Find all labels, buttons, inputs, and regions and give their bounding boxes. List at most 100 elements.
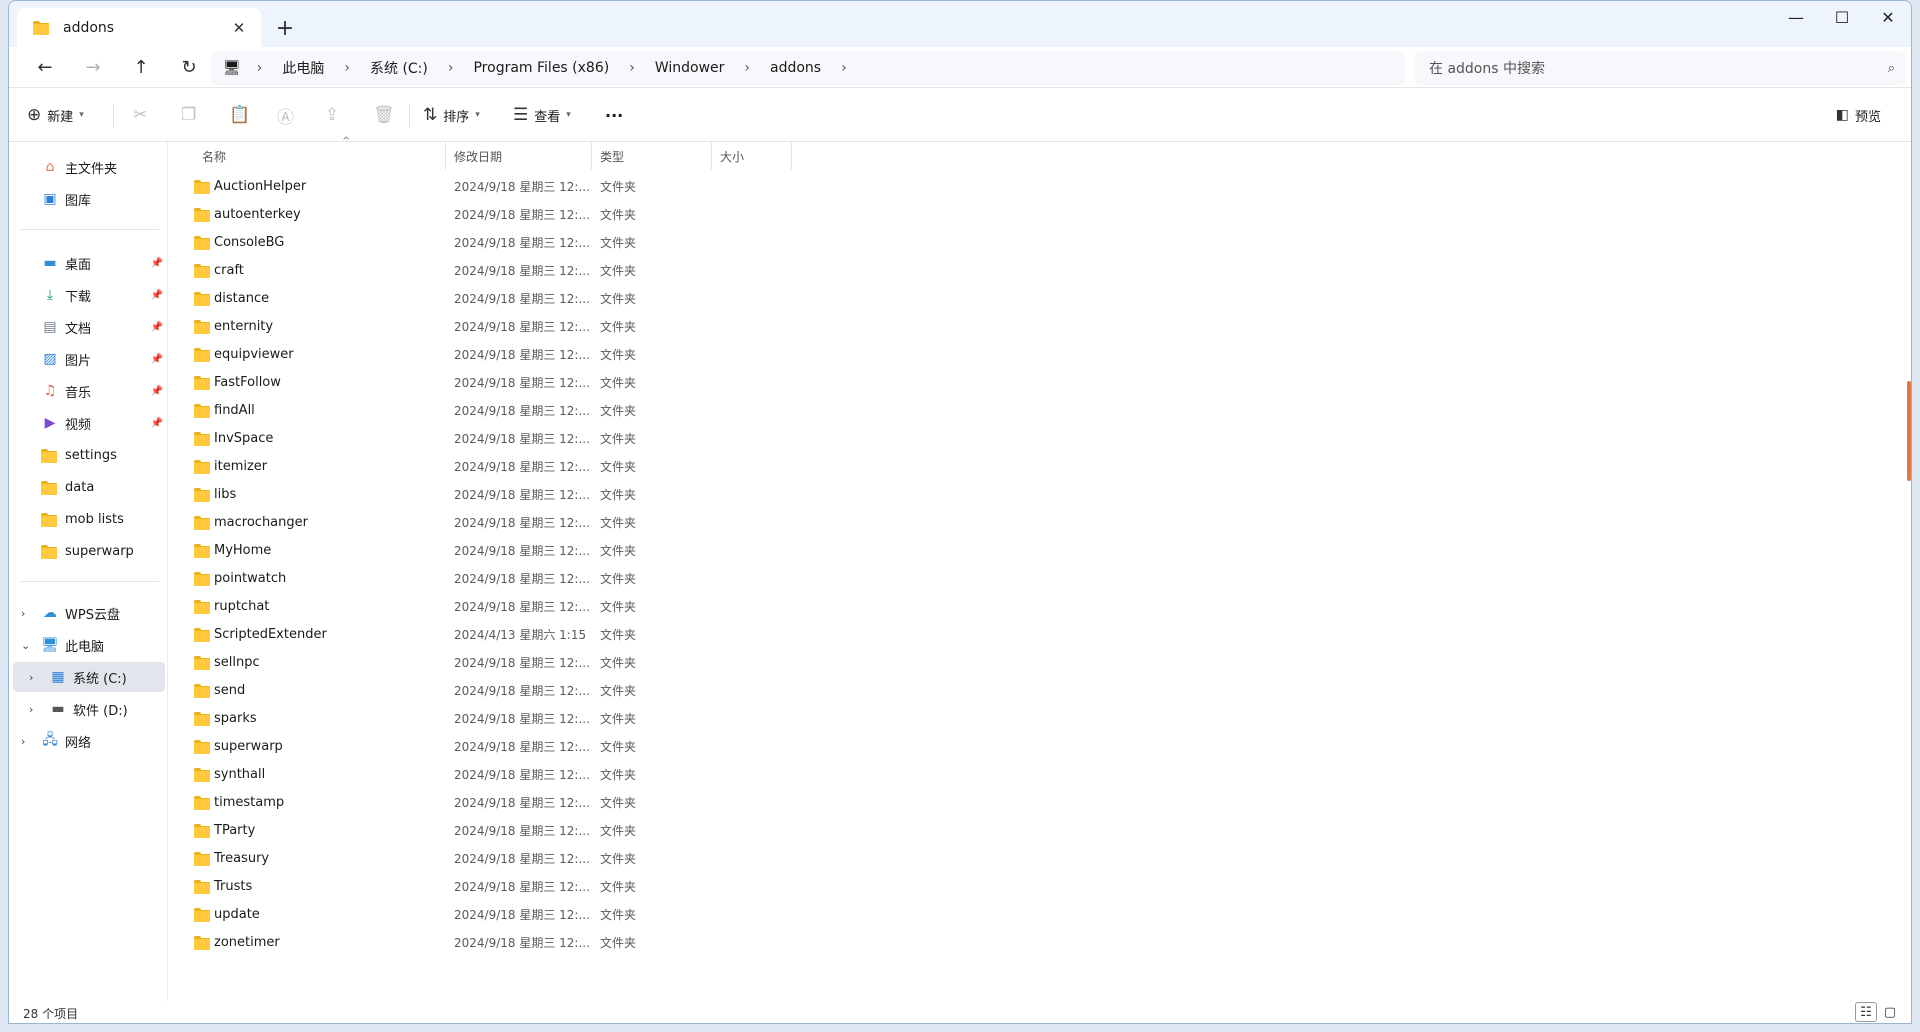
pin-icon[interactable]: 📌 [151,322,163,333]
file-row[interactable]: distance 2024/9/18 星期三 12:... 文件夹 [168,284,818,312]
sort-button[interactable]: ⇅ 排序 ▾ [423,98,480,132]
column-header-type[interactable]: 类型 [592,142,712,170]
sidebar-item-drive-c[interactable]: › ▦ 系统 (C:) [13,662,165,692]
search-input[interactable]: 在 addons 中搜索 [1429,58,1888,78]
rename-button[interactable]: Ⓐ [277,98,294,132]
column-header-date[interactable]: 修改日期 [446,142,592,170]
more-options-button[interactable]: ··· [605,98,623,132]
sidebar-item-data[interactable]: data [9,472,167,502]
tab-close-button[interactable]: ✕ [227,16,251,40]
minimize-button[interactable]: — [1773,1,1819,33]
sidebar-item-documents[interactable]: ▤ 文档 📌 [9,312,167,342]
file-row[interactable]: equipviewer 2024/9/18 星期三 12:... 文件夹 [168,340,818,368]
chevron-right-icon[interactable]: › [623,60,641,76]
sidebar-item-downloads[interactable]: ⤓ 下载 📌 [9,280,167,310]
sidebar-item-network[interactable]: › 🖧 网络 [9,726,167,756]
sidebar-item-mob-lists[interactable]: mob lists [9,504,167,534]
cut-button[interactable]: ✂ [133,98,147,132]
chevron-right-icon[interactable]: › [338,60,356,76]
file-row[interactable]: autoenterkey 2024/9/18 星期三 12:... 文件夹 [168,200,818,228]
file-row[interactable]: itemizer 2024/9/18 星期三 12:... 文件夹 [168,452,818,480]
sidebar-item-desktop[interactable]: ▬ 桌面 📌 [9,248,167,278]
pin-icon[interactable]: 📌 [151,354,163,365]
file-row[interactable]: send 2024/9/18 星期三 12:... 文件夹 [168,676,818,704]
chevron-right-icon[interactable]: › [29,703,33,716]
file-row[interactable]: timestamp 2024/9/18 星期三 12:... 文件夹 [168,788,818,816]
sidebar-item-wps-cloud[interactable]: › ☁ WPS云盘 [9,598,167,628]
sidebar-item-videos[interactable]: ▶ 视频 📌 [9,408,167,438]
sidebar-item-gallery[interactable]: ▣ 图库 [9,184,167,214]
new-tab-button[interactable]: + [269,13,301,43]
paste-button[interactable]: 📋 [229,98,250,132]
address-bar[interactable]: 🖥 › 此电脑 › 系统 (C:) › Program Files (x86) … [211,51,1405,85]
maximize-button[interactable]: ☐ [1819,1,1865,33]
file-row[interactable]: zonetimer 2024/9/18 星期三 12:... 文件夹 [168,928,818,956]
file-row[interactable]: ConsoleBG 2024/9/18 星期三 12:... 文件夹 [168,228,818,256]
sidebar-item-home[interactable]: ⌂ 主文件夹 [9,152,167,182]
file-row[interactable]: TParty 2024/9/18 星期三 12:... 文件夹 [168,816,818,844]
chevron-right-icon[interactable]: › [21,607,25,620]
chevron-right-icon[interactable]: › [251,60,269,76]
chevron-right-icon[interactable]: › [21,735,25,748]
large-icons-view-button[interactable]: ▢ [1879,1002,1901,1022]
file-row[interactable]: InvSpace 2024/9/18 星期三 12:... 文件夹 [168,424,818,452]
pin-icon[interactable]: 📌 [151,258,163,269]
column-header-name[interactable]: 名称 ^ [194,136,446,170]
share-button[interactable]: ⇪ [325,98,339,132]
sidebar-item-settings[interactable]: settings [9,440,167,470]
copy-button[interactable]: ❐ [181,98,196,132]
file-row[interactable]: update 2024/9/18 星期三 12:... 文件夹 [168,900,818,928]
file-row[interactable]: enternity 2024/9/18 星期三 12:... 文件夹 [168,312,818,340]
pin-icon[interactable]: 📌 [151,290,163,301]
file-row[interactable]: craft 2024/9/18 星期三 12:... 文件夹 [168,256,818,284]
file-row[interactable]: synthall 2024/9/18 星期三 12:... 文件夹 [168,760,818,788]
close-window-button[interactable]: ✕ [1865,1,1911,33]
file-row[interactable]: FastFollow 2024/9/18 星期三 12:... 文件夹 [168,368,818,396]
pin-icon[interactable]: 📌 [151,386,163,397]
sidebar-item-pictures[interactable]: ▨ 图片 📌 [9,344,167,374]
refresh-button[interactable]: ↻ [171,51,207,83]
file-row[interactable]: libs 2024/9/18 星期三 12:... 文件夹 [168,480,818,508]
new-button[interactable]: ⊕ 新建 ▾ [27,98,84,132]
file-row[interactable]: ruptchat 2024/9/18 星期三 12:... 文件夹 [168,592,818,620]
file-row[interactable]: superwarp 2024/9/18 星期三 12:... 文件夹 [168,732,818,760]
file-row[interactable]: Trusts 2024/9/18 星期三 12:... 文件夹 [168,872,818,900]
search-icon[interactable]: ⌕ [1888,61,1895,76]
search-box[interactable]: 在 addons 中搜索 ⌕ [1415,51,1905,85]
file-row[interactable]: findAll 2024/9/18 星期三 12:... 文件夹 [168,396,818,424]
file-row[interactable]: pointwatch 2024/9/18 星期三 12:... 文件夹 [168,564,818,592]
view-button[interactable]: ☰ 查看 ▾ [513,98,571,132]
title-bar: addons ✕ + — ☐ ✕ [9,1,1911,47]
up-button[interactable]: ↑ [123,51,159,83]
back-button[interactable]: ← [27,51,63,83]
file-row[interactable]: macrochanger 2024/9/18 星期三 12:... 文件夹 [168,508,818,536]
file-row[interactable]: sparks 2024/9/18 星期三 12:... 文件夹 [168,704,818,732]
sidebar-item-drive-d[interactable]: › ▬ 软件 (D:) [9,694,167,724]
file-row[interactable]: AuctionHelper 2024/9/18 星期三 12:... 文件夹 [168,172,818,200]
chevron-right-icon[interactable]: › [442,60,460,76]
chevron-down-icon[interactable]: ⌄ [21,639,30,652]
file-row[interactable]: MyHome 2024/9/18 星期三 12:... 文件夹 [168,536,818,564]
breadcrumb-this-pc[interactable]: 此电脑 [278,58,328,78]
scrollbar-indicator[interactable] [1907,381,1911,481]
sidebar-item-this-pc[interactable]: ⌄ 🖥 此电脑 [9,630,167,660]
tab-addons[interactable]: addons ✕ [17,8,261,47]
breadcrumb-program-files[interactable]: Program Files (x86) [469,60,613,76]
column-header-size[interactable]: 大小 [712,142,792,170]
details-view-button[interactable]: ☷ [1855,1002,1877,1022]
forward-button[interactable]: → [75,51,111,83]
chevron-right-icon[interactable]: › [29,671,33,684]
delete-button[interactable]: 🗑 [373,98,395,132]
file-row[interactable]: ScriptedExtender 2024/4/13 星期六 1:15 文件夹 [168,620,818,648]
file-row[interactable]: sellnpc 2024/9/18 星期三 12:... 文件夹 [168,648,818,676]
breadcrumb-addons[interactable]: addons [766,60,825,76]
breadcrumb-drive-c[interactable]: 系统 (C:) [366,58,432,78]
sidebar-item-music[interactable]: ♫ 音乐 📌 [9,376,167,406]
file-row[interactable]: Treasury 2024/9/18 星期三 12:... 文件夹 [168,844,818,872]
pin-icon[interactable]: 📌 [151,418,163,429]
chevron-right-icon[interactable]: › [738,60,756,76]
preview-button[interactable]: ◧ 预览 [1836,98,1881,132]
breadcrumb-windower[interactable]: Windower [651,60,729,76]
sidebar-item-superwarp[interactable]: superwarp [9,536,167,566]
chevron-right-icon[interactable]: › [835,60,853,76]
